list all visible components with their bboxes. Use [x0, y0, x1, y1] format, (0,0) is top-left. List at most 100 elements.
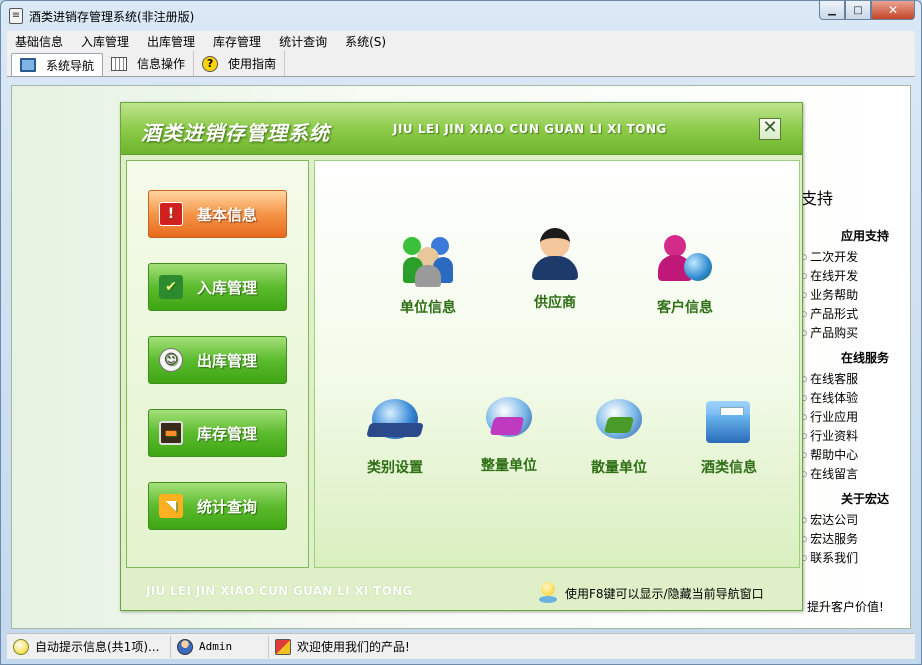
- support-link[interactable]: 产品购买: [801, 324, 897, 343]
- nav-side-panel: ! 基本信息 ✔ 入库管理 ☺ 出库管理 ▬ 库存管理 ◥ 统计查询: [126, 160, 309, 568]
- support-link[interactable]: 行业资料: [801, 427, 897, 446]
- support-heading-about: 关于宏达: [840, 492, 889, 506]
- menu-basic-info[interactable]: 基础信息: [15, 33, 63, 50]
- check-inbox-icon: ✔: [159, 275, 183, 299]
- menu-statistics[interactable]: 统计查询: [279, 33, 327, 50]
- window-controls: ▁ □ ✕: [819, 1, 915, 21]
- lightbulb-icon: [539, 582, 557, 604]
- grid-item-label: 整量单位: [481, 458, 537, 474]
- close-icon: ✕: [887, 3, 899, 17]
- grid-item-loose-unit[interactable]: 散量单位: [564, 393, 674, 477]
- tab-system-nav-label: 系统导航: [46, 58, 95, 73]
- grid-item-label: 散量单位: [591, 460, 647, 476]
- grid-item-customer[interactable]: 客户信息: [630, 233, 740, 317]
- nav-pinyin: JIU LEI JIN XIAO CUN GUAN LI XI TONG: [393, 122, 667, 136]
- status-user-text: Admin: [199, 640, 233, 653]
- navigation-dialog: 酒类进销存管理系统 JIU LEI JIN XIAO CUN GUAN LI X…: [120, 102, 803, 611]
- nav-main-panel: 单位信息 供应商 客户信息 类别设置 整量单位 散量单位 酒类信息: [314, 160, 800, 568]
- tab-info-ops[interactable]: 信息操作: [103, 51, 195, 76]
- status-welcome: 欢迎使用我们的产品!: [269, 636, 416, 658]
- status-tip[interactable]: 自动提示信息(共1项)...: [7, 635, 171, 658]
- support-title: 支持: [801, 189, 834, 208]
- alert-monitor-icon: !: [159, 202, 183, 226]
- grid-item-unit-info[interactable]: 单位信息: [373, 233, 483, 317]
- monitor-icon: [20, 58, 36, 72]
- supplier-person-icon: [528, 228, 582, 282]
- side-button-label: 统计查询: [197, 497, 258, 516]
- grid-item-label: 单位信息: [400, 300, 456, 316]
- rss-icon: ◥: [159, 494, 183, 518]
- support-heading-online: 在线服务: [840, 351, 889, 365]
- side-button-label: 基本信息: [197, 205, 258, 224]
- window-title: 酒类进销存管理系统(非注册版): [29, 10, 195, 24]
- grid-item-liquor-info[interactable]: 酒类信息: [674, 393, 784, 477]
- grid-item-label: 客户信息: [657, 300, 713, 316]
- nav-footer-pinyin: JIU LEI JIN XIAO CUN GUAN LI XI TONG: [146, 584, 413, 598]
- nav-title: 酒类进销存管理系统: [141, 121, 330, 145]
- side-button-label: 入库管理: [197, 278, 258, 297]
- nav-header: 酒类进销存管理系统 JIU LEI JIN XIAO CUN GUAN LI X…: [121, 103, 802, 155]
- support-link[interactable]: 宏达公司: [801, 511, 897, 530]
- help-icon: ?: [202, 55, 219, 72]
- support-heading-app: 应用支持: [840, 229, 889, 243]
- app-window: ≡ 酒类进销存管理系统(非注册版) ▁ □ ✕ 基础信息 入库管理 出库管理 库…: [0, 0, 922, 665]
- maximize-button[interactable]: □: [845, 1, 871, 20]
- menu-system[interactable]: 系统(S): [345, 33, 386, 50]
- folder-info-icon: [702, 393, 756, 447]
- side-button-outbound[interactable]: ☺ 出库管理: [148, 336, 287, 384]
- lightbulb-icon: [13, 638, 29, 655]
- support-link[interactable]: 在线留言: [801, 465, 897, 484]
- side-button-statistics[interactable]: ◥ 统计查询: [148, 482, 287, 530]
- support-link[interactable]: 业务帮助: [801, 286, 897, 305]
- status-user: Admin: [171, 635, 269, 658]
- grid-item-label: 供应商: [534, 295, 576, 311]
- minimize-icon: ▁: [828, 4, 836, 16]
- tab-user-guide[interactable]: ? 使用指南: [194, 51, 286, 76]
- toolbar: 系统导航 信息操作 ? 使用指南: [7, 51, 915, 77]
- support-link[interactable]: 联系我们: [801, 549, 897, 568]
- support-link[interactable]: 宏达服务: [801, 530, 897, 549]
- tab-info-ops-label: 信息操作: [137, 57, 186, 71]
- bulk-unit-icon: [482, 391, 536, 445]
- grid-icon: [111, 56, 128, 71]
- category-globe-icon: [366, 393, 424, 447]
- user-icon: [177, 638, 193, 655]
- chat-bubble-icon: ☺: [159, 348, 183, 372]
- document-icon[interactable]: ≡: [9, 8, 23, 24]
- users-group-icon: [401, 233, 455, 287]
- menu-inventory[interactable]: 库存管理: [213, 33, 261, 50]
- customer-globe-icon: [658, 233, 712, 287]
- title-bar[interactable]: ≡ 酒类进销存管理系统(非注册版) ▁ □ ✕: [1, 1, 921, 31]
- tab-user-guide-label: 使用指南: [228, 57, 277, 71]
- grid-item-category[interactable]: 类别设置: [340, 393, 450, 477]
- nav-close-button[interactable]: ✕: [759, 118, 781, 140]
- support-link[interactable]: 产品形式: [801, 305, 897, 324]
- menu-inbound[interactable]: 入库管理: [81, 33, 129, 50]
- side-button-basic-info[interactable]: ! 基本信息: [148, 190, 287, 238]
- close-button[interactable]: ✕: [871, 1, 915, 20]
- maximize-icon: □: [853, 4, 863, 16]
- menu-outbound[interactable]: 出库管理: [147, 33, 195, 50]
- status-tip-text: 自动提示信息(共1项)...: [35, 640, 160, 654]
- minimize-button[interactable]: ▁: [819, 1, 845, 20]
- tab-system-nav[interactable]: 系统导航: [11, 53, 104, 76]
- menu-bar: 基础信息 入库管理 出库管理 库存管理 统计查询 系统(S): [7, 31, 915, 51]
- nav-hint: 使用F8键可以显示/隐藏当前导航窗口: [539, 579, 764, 607]
- support-link[interactable]: 在线客服: [801, 370, 897, 389]
- grid-item-bulk-unit[interactable]: 整量单位: [454, 391, 564, 475]
- support-link[interactable]: 在线体验: [801, 389, 897, 408]
- support-link[interactable]: 二次开发: [801, 248, 897, 267]
- display-icon: ▬: [159, 421, 183, 445]
- side-button-inventory[interactable]: ▬ 库存管理: [148, 409, 287, 457]
- grid-item-label: 酒类信息: [701, 460, 757, 476]
- support-footer: 提升客户价值!: [807, 600, 884, 614]
- loose-unit-icon: [592, 393, 646, 447]
- status-bar: 自动提示信息(共1项)... Admin 欢迎使用我们的产品!: [7, 633, 915, 659]
- home-icon: [275, 638, 291, 655]
- side-button-inbound[interactable]: ✔ 入库管理: [148, 263, 287, 311]
- support-link[interactable]: 在线开发: [801, 267, 897, 286]
- support-link[interactable]: 帮助中心: [801, 446, 897, 465]
- support-link[interactable]: 行业应用: [801, 408, 897, 427]
- support-panel: 支持 应用支持 二次开发 在线开发 业务帮助 产品形式 产品购买 在线服务 在线…: [801, 185, 897, 568]
- grid-item-supplier[interactable]: 供应商: [500, 228, 610, 312]
